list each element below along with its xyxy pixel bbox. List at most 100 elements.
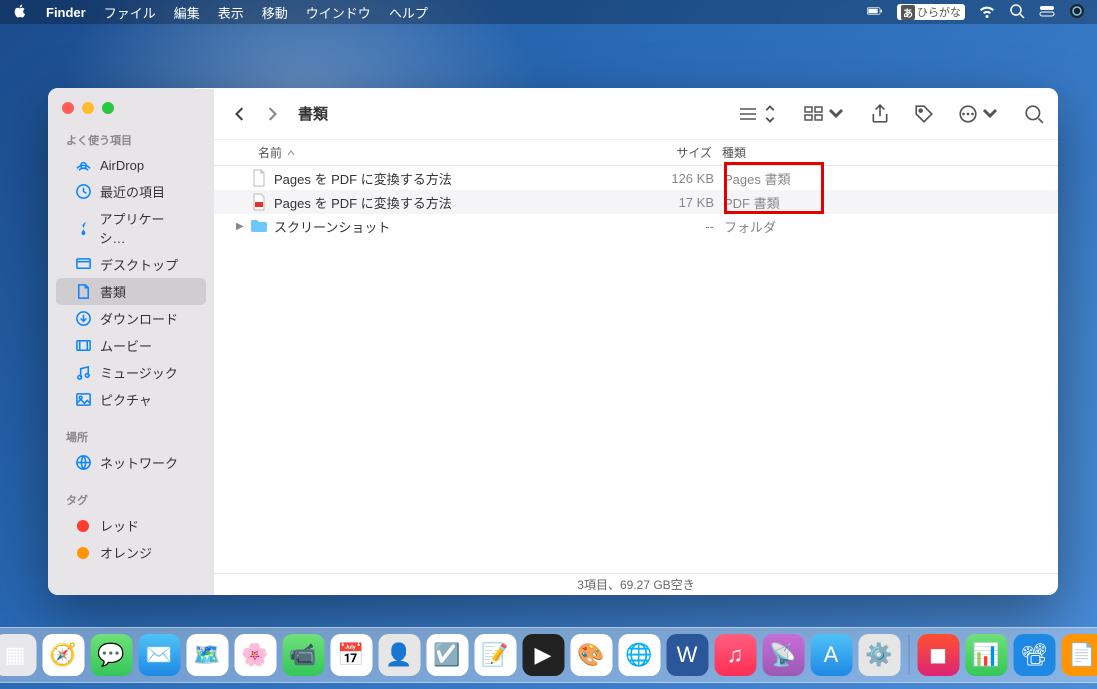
- group-button[interactable]: [804, 104, 846, 124]
- file-size: --: [630, 219, 724, 234]
- sidebar-item-label: ピクチャ: [100, 390, 152, 409]
- window-close-button[interactable]: [62, 102, 74, 114]
- sidebar-section-favorites: よく使う項目: [48, 126, 214, 152]
- dock-facetime[interactable]: 📹: [282, 634, 324, 676]
- movie-icon: [74, 337, 92, 355]
- dock-word[interactable]: W: [666, 634, 708, 676]
- sidebar-item-doc[interactable]: 書類: [56, 278, 206, 305]
- window-minimize-button[interactable]: [82, 102, 94, 114]
- battery-icon[interactable]: [867, 3, 883, 22]
- menubar: Finder ファイル 編集 表示 移動 ウインドウ ヘルプ あひらがな: [0, 0, 1097, 24]
- dock-launchpad[interactable]: ▦: [0, 634, 36, 676]
- disclosure-triangle[interactable]: ▶: [236, 221, 250, 232]
- menu-file[interactable]: ファイル: [104, 3, 156, 22]
- dock-preferences[interactable]: ⚙️: [858, 634, 900, 676]
- page-icon: [250, 169, 268, 187]
- file-kind: Pages 書類: [724, 169, 1048, 188]
- dock: 🙂▦🧭💬✉️🗺️🌸📹📅👤☑️📝▶︎🎨🌐W♫📡A⚙️◼︎📊📽📄🗑️: [0, 627, 1097, 683]
- dock-appstore[interactable]: A: [810, 634, 852, 676]
- dock-creative[interactable]: 🎨: [570, 634, 612, 676]
- search-button[interactable]: [1024, 104, 1044, 124]
- airdrop-icon: [74, 156, 92, 174]
- sidebar: よく使う項目 AirDrop 最近の項目アプリケーシ… デスクトップ書類ダウンロード…: [48, 88, 214, 595]
- sidebar-item-tag[interactable]: レッド: [56, 512, 206, 539]
- sidebar-item-clock[interactable]: 最近の項目: [56, 178, 206, 205]
- dock-calendar[interactable]: 📅: [330, 634, 372, 676]
- sidebar-item-airdrop[interactable]: AirDrop: [56, 152, 206, 178]
- dock-tv[interactable]: ▶︎: [522, 634, 564, 676]
- dock-photos[interactable]: 🌸: [234, 634, 276, 676]
- dock-shortcuts[interactable]: ◼︎: [917, 634, 959, 676]
- folder-icon: [250, 217, 268, 235]
- share-button[interactable]: [870, 104, 890, 124]
- dock-safari[interactable]: 🧭: [42, 634, 84, 676]
- menu-edit[interactable]: 編集: [174, 3, 200, 22]
- apple-menu[interactable]: [12, 3, 28, 22]
- file-row[interactable]: Pages を PDF に変換する方法17 KBPDF 書類: [214, 190, 1058, 214]
- network-icon: [74, 454, 92, 472]
- dock-music[interactable]: ♫: [714, 634, 756, 676]
- sidebar-item-movie[interactable]: ムービー: [56, 332, 206, 359]
- sidebar-item-label: ミュージック: [100, 363, 178, 382]
- doc-icon: [74, 283, 92, 301]
- file-row[interactable]: Pages を PDF に変換する方法126 KBPages 書類: [214, 166, 1058, 190]
- forward-button[interactable]: [260, 100, 284, 128]
- sidebar-item-label: アプリケーシ…: [100, 209, 188, 247]
- finder-window: よく使う項目 AirDrop最近の項目アプリケーシ…デスクトップ書類ダウンロード…: [48, 88, 1058, 595]
- dock-keynote[interactable]: 📽: [1013, 634, 1055, 676]
- menu-help[interactable]: ヘルプ: [389, 3, 428, 22]
- tags-button[interactable]: [914, 104, 934, 124]
- sidebar-item-desktop[interactable]: デスクトップ: [56, 251, 206, 278]
- sidebar-item-label: レッド: [100, 516, 139, 535]
- pdf-icon: [250, 193, 268, 211]
- download-icon: [74, 310, 92, 328]
- menu-window[interactable]: ウインドウ: [306, 3, 371, 22]
- dock-contacts[interactable]: 👤: [378, 634, 420, 676]
- sidebar-item-label: オレンジ: [100, 543, 152, 562]
- desktop-icon: [74, 256, 92, 274]
- sidebar-item-apps[interactable]: アプリケーシ…: [56, 205, 206, 251]
- dock-mail[interactable]: ✉️: [138, 634, 180, 676]
- dock-pages[interactable]: 📄: [1061, 634, 1097, 676]
- dock-messages[interactable]: 💬: [90, 634, 132, 676]
- back-button[interactable]: [228, 100, 252, 128]
- menu-view[interactable]: 表示: [218, 3, 244, 22]
- file-size: 126 KB: [630, 171, 724, 186]
- view-mode-button[interactable]: [738, 104, 780, 124]
- toolbar: 書類: [214, 88, 1058, 140]
- dock-podcasts[interactable]: 📡: [762, 634, 804, 676]
- spotlight-icon[interactable]: [1009, 3, 1025, 22]
- file-name: Pages を PDF に変換する方法: [274, 193, 630, 212]
- app-name[interactable]: Finder: [46, 5, 86, 20]
- sidebar-item-tag[interactable]: オレンジ: [56, 539, 206, 566]
- control-center-icon[interactable]: [1039, 3, 1055, 22]
- sidebar-item-label: ムービー: [100, 336, 152, 355]
- sidebar-item-music[interactable]: ミュージック: [56, 359, 206, 386]
- dock-chrome[interactable]: 🌐: [618, 634, 660, 676]
- dock-reminders[interactable]: ☑️: [426, 634, 468, 676]
- sidebar-item-download[interactable]: ダウンロード: [56, 305, 206, 332]
- sidebar-item-picture[interactable]: ピクチャ: [56, 386, 206, 413]
- wifi-icon[interactable]: [979, 3, 995, 22]
- menu-go[interactable]: 移動: [262, 3, 288, 22]
- dock-notes[interactable]: 📝: [474, 634, 516, 676]
- column-headers: 名前 サイズ 種類: [214, 140, 1058, 166]
- dock-maps[interactable]: 🗺️: [186, 634, 228, 676]
- sidebar-item-label: ネットワーク: [100, 453, 178, 472]
- column-kind[interactable]: 種類: [722, 144, 1048, 161]
- column-name[interactable]: 名前: [258, 144, 628, 161]
- status-bar: 3項目、69.27 GB空き: [214, 573, 1058, 595]
- music-icon: [74, 364, 92, 382]
- action-button[interactable]: [958, 104, 1000, 124]
- sidebar-item-network[interactable]: ネットワーク: [56, 449, 206, 476]
- file-row[interactable]: ▶スクリーンショット--フォルダ: [214, 214, 1058, 238]
- sidebar-item-label: 最近の項目: [100, 182, 165, 201]
- dock-numbers[interactable]: 📊: [965, 634, 1007, 676]
- input-method[interactable]: あひらがな: [897, 4, 965, 20]
- siri-icon[interactable]: [1069, 3, 1085, 22]
- window-zoom-button[interactable]: [102, 102, 114, 114]
- sidebar-item-label: ダウンロード: [100, 309, 178, 328]
- column-size[interactable]: サイズ: [628, 144, 722, 161]
- dock-separator: [908, 635, 909, 675]
- picture-icon: [74, 391, 92, 409]
